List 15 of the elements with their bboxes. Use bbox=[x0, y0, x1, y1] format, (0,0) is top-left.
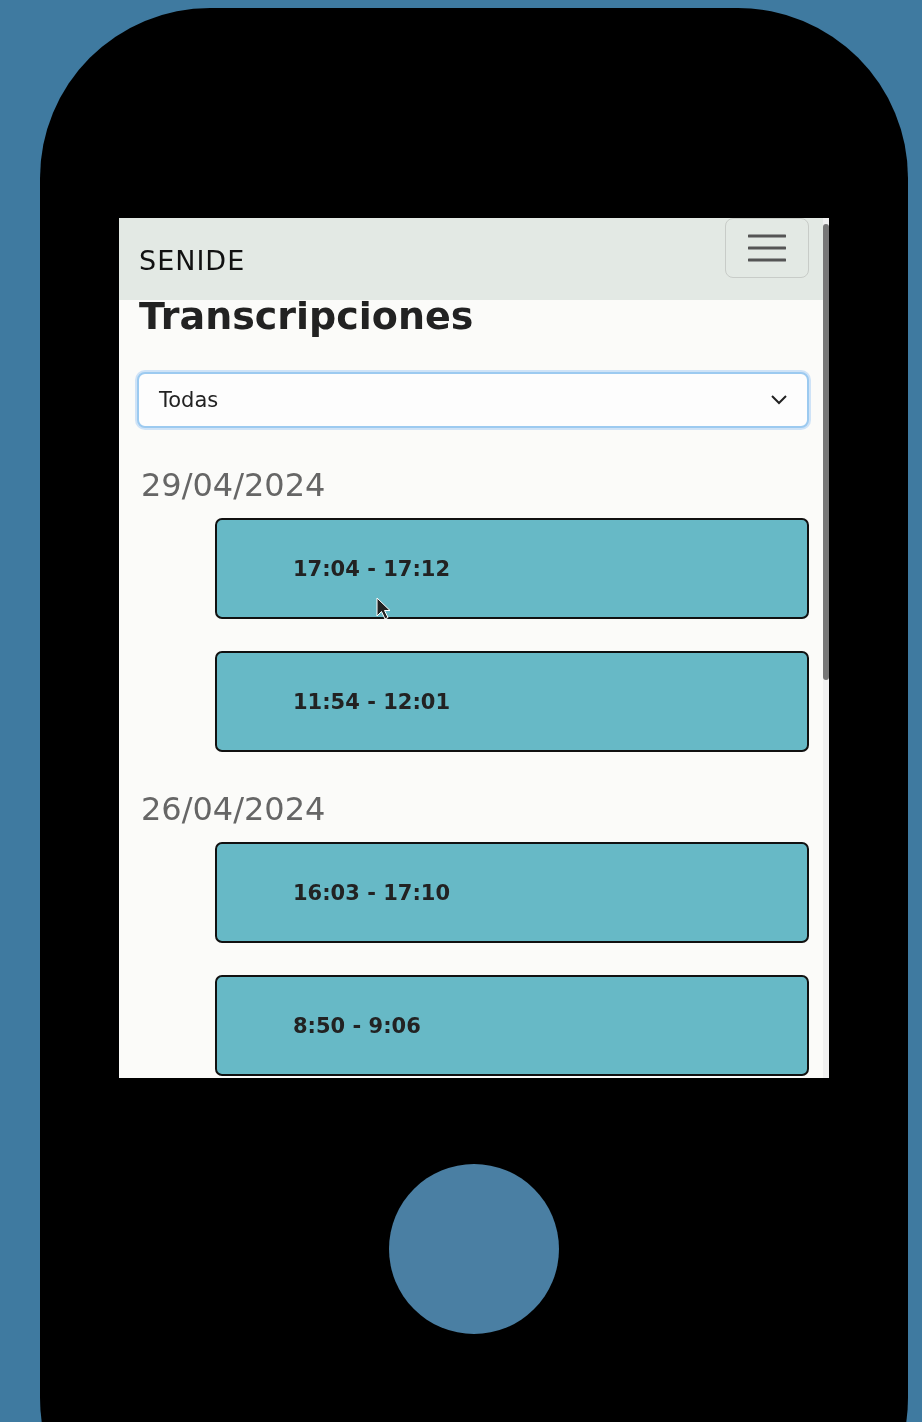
transcription-card[interactable]: 17:04 - 17:12 bbox=[215, 518, 809, 619]
page-title: Transcripciones bbox=[139, 294, 475, 338]
transcription-card[interactable]: 11:54 - 12:01 bbox=[215, 651, 809, 752]
menu-icon bbox=[748, 234, 786, 262]
date-heading: 29/04/2024 bbox=[141, 466, 327, 504]
filter-select[interactable]: Todas bbox=[137, 372, 809, 428]
date-heading: 26/04/2024 bbox=[141, 790, 327, 828]
menu-button[interactable] bbox=[725, 218, 809, 278]
transcription-card[interactable]: 8:50 - 9:06 bbox=[215, 975, 809, 1076]
logo: SENIDE bbox=[139, 244, 246, 276]
scrollbar[interactable] bbox=[823, 218, 829, 1078]
mouse-pointer-icon bbox=[376, 597, 392, 621]
home-button[interactable] bbox=[389, 1164, 559, 1334]
transcription-card[interactable]: 16:03 - 17:10 bbox=[215, 842, 809, 943]
chevron-down-icon bbox=[771, 395, 787, 405]
